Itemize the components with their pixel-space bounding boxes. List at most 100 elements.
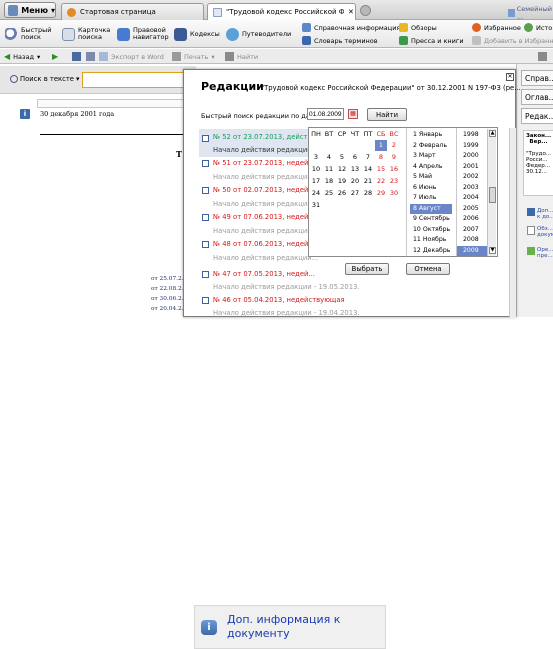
calendar-day[interactable]: 17 (310, 176, 322, 187)
scroll-down-icon[interactable]: ▼ (489, 247, 496, 254)
month-item[interactable]: 3 Март (410, 151, 452, 162)
month-item[interactable]: 4 Апрель (410, 162, 452, 173)
calendar-day[interactable]: 15 (375, 164, 387, 175)
calendar-day[interactable]: 13 (349, 164, 361, 175)
link-orientation[interactable]: Оре... пре... (527, 247, 553, 259)
link-extra-info[interactable]: Доп... к до... (527, 208, 553, 220)
calendar-day[interactable]: 29 (375, 188, 387, 199)
cancel-button[interactable]: Отмена (406, 263, 450, 275)
year-item[interactable]: 2002 (457, 172, 487, 183)
contents-icon[interactable] (72, 52, 81, 61)
panel-icon[interactable] (538, 52, 547, 61)
history-ref[interactable]: от 20.04.2... (151, 306, 187, 312)
find-button[interactable]: Найти (225, 50, 258, 63)
calendar-day[interactable]: 12 (336, 164, 348, 175)
calendar-day[interactable]: 25 (323, 188, 335, 199)
history-ref[interactable]: от 30.06.2... (151, 296, 187, 302)
edition-checkbox[interactable] (202, 271, 209, 278)
scrollbar[interactable] (509, 128, 516, 318)
edition-checkbox[interactable] (202, 135, 209, 142)
calendar-day[interactable]: 31 (310, 200, 322, 211)
calendar-day[interactable]: 3 (310, 152, 322, 163)
card-search-button[interactable]: Карточка поиска (62, 22, 112, 46)
calendar-day[interactable]: 11 (323, 164, 335, 175)
tab-contents[interactable]: Оглав... (521, 89, 553, 105)
search-in-text-button[interactable]: Поиск в тексте ▾ (10, 75, 79, 83)
year-item[interactable]: 1998 (457, 130, 487, 141)
year-item[interactable]: 2000 (457, 151, 487, 162)
calendar-day[interactable]: 28 (362, 188, 374, 199)
month-item[interactable]: 12 Декабрь (410, 246, 452, 257)
month-item[interactable]: 9 Сентябрь (410, 214, 452, 225)
edition-checkbox[interactable] (202, 241, 209, 248)
extra-info-box[interactable]: i Доп. информация к документу (194, 605, 386, 649)
month-item[interactable]: 7 Июль (410, 193, 452, 204)
month-item[interactable]: 11 Ноябрь (410, 235, 452, 246)
search-input[interactable] (82, 72, 196, 88)
link-reviews[interactable]: Обз... докум... (527, 226, 553, 238)
menu-button[interactable]: Меню ▾ (4, 2, 56, 18)
month-item[interactable]: 6 Июнь (410, 183, 452, 194)
calendar-day[interactable]: 8 (375, 152, 387, 163)
month-item[interactable]: 10 Октябрь (410, 225, 452, 236)
calendar-day[interactable]: 21 (362, 176, 374, 187)
find-edition-button[interactable]: Найти (367, 108, 407, 121)
calendar-icon[interactable]: ▦ (348, 109, 358, 119)
quick-search-button[interactable]: Быстрый поиск (5, 22, 55, 46)
calendar-day[interactable]: 23 (388, 176, 400, 187)
calendar-day[interactable]: 7 (362, 152, 374, 163)
calendar-day[interactable]: 30 (388, 188, 400, 199)
family-link[interactable]: Семейный ... (508, 5, 553, 21)
edition-checkbox[interactable] (202, 160, 209, 167)
navigator-button[interactable]: Правовой навигатор (117, 22, 173, 46)
month-item[interactable]: 8 Август (410, 203, 452, 214)
year-item[interactable]: 2008 (457, 235, 487, 246)
calendar-day[interactable]: 5 (336, 152, 348, 163)
bookmark-icon[interactable] (86, 52, 95, 61)
close-icon[interactable]: ✕ (348, 8, 354, 16)
calendar-day[interactable]: 26 (336, 188, 348, 199)
year-scrollbar[interactable]: ▲ ▼ (487, 129, 496, 256)
edition-title[interactable]: № 49 от 07.06.2013, недей... (213, 213, 323, 221)
year-item[interactable]: 2006 (457, 214, 487, 225)
calendar-day[interactable]: 6 (349, 152, 361, 163)
month-item[interactable]: 5 Май (410, 172, 452, 183)
calendar-day[interactable]: 19 (336, 176, 348, 187)
calendar-day[interactable]: 4 (323, 152, 335, 163)
favorites-button[interactable]: Избранное (472, 22, 521, 33)
year-item[interactable]: 2005 (457, 204, 487, 215)
edition-checkbox[interactable] (202, 297, 209, 304)
edition-title[interactable]: № 50 от 02.07.2013, недей... (213, 186, 323, 194)
calendar-day[interactable]: 14 (362, 164, 374, 175)
extra-info-link[interactable]: Доп. информация к документу (227, 613, 377, 641)
history-ref[interactable]: от 22.08.2... (151, 286, 187, 292)
forward-button[interactable]: ▶ (52, 50, 58, 63)
choose-button[interactable]: Выбрать (345, 263, 389, 275)
back-button[interactable]: ◀ Назад ▾ (4, 50, 40, 63)
history-ref[interactable]: от 25.07.2... (151, 276, 187, 282)
edition-title[interactable]: № 52 от 23.07.2013, дейст... (213, 133, 323, 141)
close-icon[interactable]: ✕ (506, 73, 514, 81)
tab-start-page[interactable]: Стартовая страница (61, 3, 204, 20)
reference-info-button[interactable]: Справочная информация (302, 22, 400, 33)
calendar-day[interactable]: 1 (375, 140, 387, 151)
new-tab-button[interactable] (360, 5, 371, 16)
year-item[interactable]: 2004 (457, 193, 487, 204)
month-item[interactable]: 2 Февраль (410, 141, 452, 152)
month-item[interactable]: 1 Январь (410, 130, 452, 141)
dictionary-button[interactable]: Словарь терминов (302, 35, 378, 46)
codes-button[interactable]: Кодексы (174, 22, 224, 46)
edition-title[interactable]: № 47 от 07.05.2013, недей... (213, 270, 323, 278)
calendar-day[interactable]: 24 (310, 188, 322, 199)
calendar-day[interactable]: 2 (388, 140, 400, 151)
scroll-up-icon[interactable]: ▲ (489, 130, 496, 137)
print-button[interactable]: Печать ▾ (172, 50, 215, 63)
calendar-day[interactable]: 27 (349, 188, 361, 199)
edition-title[interactable]: № 51 от 23.07.2013, недей... (213, 159, 323, 167)
year-item[interactable]: 2007 (457, 225, 487, 236)
export-word-button[interactable]: Экспорт в Word (99, 50, 164, 63)
edition-checkbox[interactable] (202, 187, 209, 194)
edition-title[interactable]: № 46 от 05.04.2013, недействующая (213, 296, 373, 304)
add-favorites-button[interactable]: Добавить в Избранное (472, 35, 553, 46)
calendar-day[interactable]: 18 (323, 176, 335, 187)
